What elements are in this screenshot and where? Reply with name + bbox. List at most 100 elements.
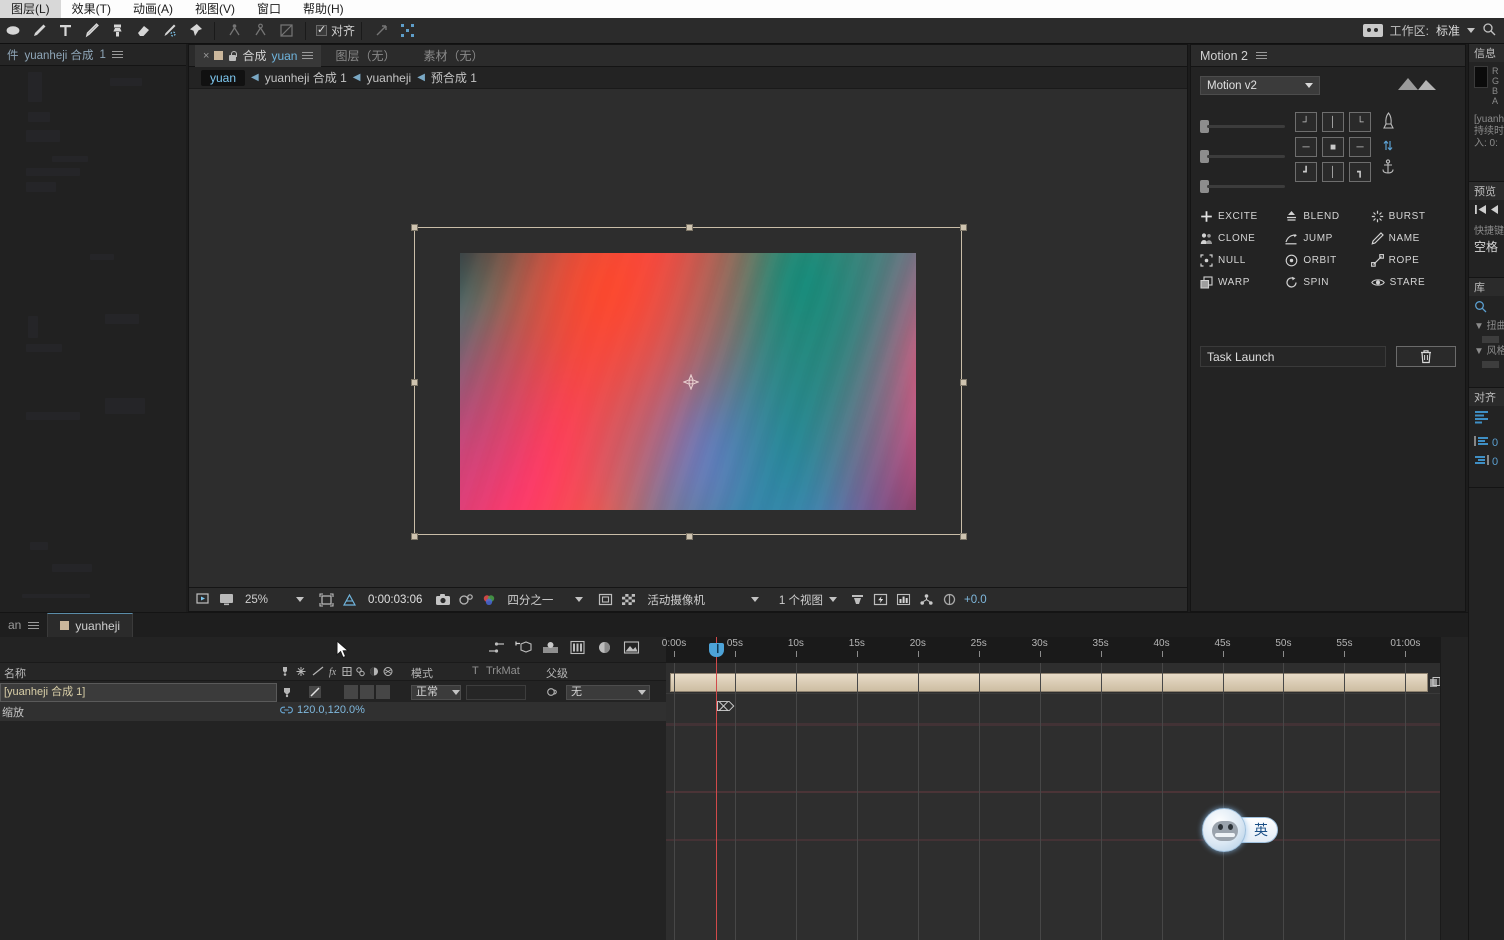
effect-item-placeholder-2[interactable] [1482, 361, 1499, 368]
timeline-right-gutter[interactable] [1440, 637, 1468, 940]
previous-frame-icon[interactable] [1490, 204, 1500, 218]
motion2-panel-menu-icon[interactable] [1255, 50, 1267, 61]
tab-composition-yuan[interactable]: × 合成 yuan [195, 44, 322, 67]
slider-track-3[interactable] [1207, 184, 1285, 188]
warp-button[interactable]: WARP [1200, 276, 1285, 289]
pen-tool-icon[interactable] [26, 19, 52, 43]
info-panel-tab[interactable]: 信息 [1469, 44, 1504, 62]
show-snapshot-icon[interactable] [457, 592, 474, 607]
timeline-ruler[interactable]: 0:00s 05s 10s 15s 20s 25s 30s 35s 40s 45s 50s 55s 01… [662, 637, 1440, 663]
snap-checkbox[interactable] [316, 23, 327, 36]
transparency-grid-icon[interactable] [341, 592, 358, 607]
blend-button[interactable]: BLEND [1285, 210, 1370, 223]
tab-timeline-yuanheji[interactable]: yuanheji [47, 613, 134, 637]
align-left-icon[interactable] [1474, 411, 1490, 427]
project-panel-menu-icon[interactable] [111, 49, 123, 60]
composition-panel-menu-icon[interactable] [302, 50, 314, 61]
puppet-starch-tool-icon[interactable] [221, 19, 247, 43]
layer-video-toggle-icon[interactable] [281, 686, 293, 701]
right-side-panel-rail[interactable]: 信息 R G B A [yuanh 持续时 入: 0: 预览 快捷键 空格 库 … [1468, 44, 1504, 940]
transform-box-icon[interactable] [394, 19, 420, 43]
handle-middle-right[interactable] [960, 379, 967, 386]
exposure-value[interactable]: +0.0 [964, 594, 987, 606]
vertical-arrows-icon[interactable] [1382, 136, 1394, 159]
breadcrumb-item-2[interactable]: yuanheji [366, 71, 411, 85]
null-button[interactable]: NULL [1200, 254, 1285, 267]
handle-bottom-left[interactable] [411, 533, 418, 540]
timeline-panel-menu-icon[interactable] [28, 620, 40, 631]
new-camera-icon[interactable] [623, 640, 640, 660]
task-launch-select[interactable]: Task Launch [1200, 346, 1386, 367]
playhead-handle[interactable] [709, 643, 724, 657]
anchor-middle-left[interactable]: ─ [1295, 137, 1317, 157]
anchor-middle-center[interactable]: ■ [1322, 137, 1344, 157]
parent-pickwhip-icon[interactable] [546, 686, 558, 701]
puppet-overlap-tool-icon[interactable] [247, 19, 273, 43]
rope-button[interactable]: ROPE [1370, 254, 1456, 267]
preview-panel[interactable]: 预览 快捷键 空格 [1469, 182, 1504, 278]
menu-item-effect[interactable]: 效果(T) [61, 0, 122, 18]
info-panel[interactable]: 信息 R G B A [yuanh 持续时 入: 0: [1469, 44, 1504, 182]
ime-floating-widget[interactable]: 英 [1200, 806, 1280, 852]
anchor-top-center[interactable]: │ [1322, 112, 1344, 132]
motion-version-chevron-down-icon[interactable] [1305, 83, 1313, 88]
zoom-chevron-down-icon[interactable] [296, 597, 305, 602]
library-panel-tab[interactable]: 库 [1469, 278, 1504, 296]
effect-category-stylize[interactable]: ▼ 风格 [1474, 346, 1504, 358]
clone-stamp-tool-icon[interactable] [104, 19, 130, 43]
ime-avatar-icon[interactable] [1202, 808, 1246, 852]
brush-tool-icon[interactable] [78, 19, 104, 43]
orbit-button[interactable]: ORBIT [1285, 254, 1370, 267]
align-panel-tab[interactable]: 对齐 [1469, 388, 1504, 406]
comp-flowchart-icon[interactable] [918, 592, 935, 607]
composition-viewer-stage[interactable] [189, 89, 1187, 587]
always-preview-icon[interactable] [195, 592, 212, 607]
search-icon[interactable] [1482, 22, 1496, 39]
layer-trkmat-select[interactable] [466, 685, 526, 700]
delete-task-button[interactable] [1396, 346, 1456, 367]
anchor-bottom-right[interactable]: ┓ [1349, 162, 1371, 182]
stare-button[interactable]: STARE [1370, 276, 1456, 289]
spin-button[interactable]: SPIN [1285, 276, 1370, 289]
motion-version-select[interactable]: Motion v2 [1200, 76, 1320, 95]
puppet-pin-tool-icon[interactable] [182, 19, 208, 43]
menu-item-animation[interactable]: 动画(A) [122, 0, 184, 18]
channel-rgb-icon[interactable] [480, 592, 497, 607]
layer-bar-end-icon[interactable] [1428, 673, 1440, 692]
handle-top-center[interactable] [686, 224, 693, 231]
mountains-icon[interactable] [1396, 75, 1438, 96]
exposure-reset-icon[interactable] [941, 592, 958, 607]
project-panel-body[interactable] [0, 66, 186, 612]
layer-name-field[interactable]: [yuanheji 合成 1] [0, 683, 277, 702]
menu-item-window[interactable]: 窗口 [246, 0, 292, 18]
align-panel[interactable]: 对齐 0 0 [1469, 388, 1504, 488]
fast-preview-icon[interactable] [872, 592, 889, 607]
anchor-icon[interactable] [1381, 159, 1395, 180]
anchor-top-right[interactable]: └ [1349, 112, 1371, 132]
menu-item-view[interactable]: 视图(V) [184, 0, 246, 18]
workspace-value[interactable]: 标准 [1436, 22, 1460, 39]
new-shape-layer-icon[interactable] [596, 640, 613, 660]
align-value-1[interactable]: 0 [1492, 456, 1498, 468]
new-composition-icon[interactable] [515, 640, 532, 660]
timeline-graph-icon[interactable] [895, 592, 912, 607]
views-count-value[interactable]: 1 个视图 [779, 592, 823, 608]
lock-icon[interactable] [228, 50, 237, 61]
effect-item-placeholder-1[interactable] [1482, 336, 1499, 343]
menu-item-help[interactable]: 帮助(H) [292, 0, 355, 18]
camera-chevron-down-icon[interactable] [750, 597, 759, 602]
handle-top-right[interactable] [960, 224, 967, 231]
timeline-track-area[interactable]: ⌦ [666, 663, 1440, 940]
menu-item-layer[interactable]: 图层(L) [0, 0, 61, 18]
layer-quality-icon[interactable] [308, 685, 322, 702]
table-row[interactable]: [yuanheji 合成 1] 正常 无 [0, 683, 666, 702]
burst-button[interactable]: BURST [1371, 210, 1456, 223]
graph-editor-icon[interactable] [488, 640, 505, 660]
close-icon[interactable]: × [203, 50, 209, 62]
handle-bottom-right[interactable] [960, 533, 967, 540]
anchor-bottom-center[interactable]: │ [1322, 162, 1344, 182]
project-panel[interactable]: 件 yuanheji 合成 1 [0, 44, 186, 612]
tab-footage[interactable]: 素材（无） [410, 47, 498, 64]
breadcrumb-item-0[interactable]: yuan [201, 69, 246, 86]
region-preview-icon[interactable] [597, 592, 614, 607]
